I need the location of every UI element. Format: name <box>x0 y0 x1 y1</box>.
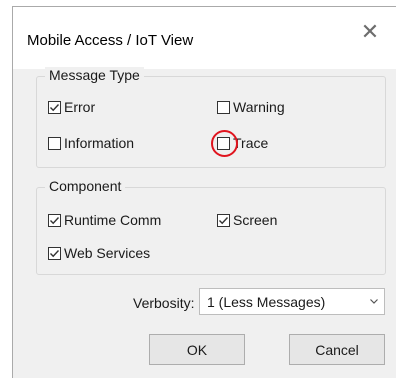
checkmark-icon <box>50 103 60 111</box>
trace-checkbox-box[interactable] <box>211 129 238 157</box>
screen-checkbox[interactable]: Screen <box>217 212 277 228</box>
screen-label: Screen <box>233 212 278 228</box>
message-type-group: Message Type Error Warning Information T… <box>36 67 386 168</box>
ok-button[interactable]: OK <box>149 334 245 365</box>
web-services-checkbox[interactable]: Web Services <box>48 245 150 261</box>
cancel-button[interactable]: Cancel <box>289 334 385 365</box>
component-group: Component Runtime Comm Screen Web Servic… <box>36 178 386 275</box>
checkmark-icon <box>50 249 60 257</box>
warning-checkbox-box[interactable] <box>217 100 230 114</box>
warning-label: Warning <box>233 99 285 115</box>
checkmark-icon <box>219 216 229 224</box>
trace-checkbox[interactable]: Trace <box>211 129 269 157</box>
web-services-checkbox-box[interactable] <box>48 246 61 260</box>
information-checkbox[interactable]: Information <box>48 135 134 151</box>
information-checkbox-box[interactable] <box>48 136 61 150</box>
trace-label: Trace <box>233 135 269 151</box>
web-services-label: Web Services <box>64 245 151 261</box>
highlight-circle <box>211 129 238 157</box>
message-type-legend: Message Type <box>45 67 144 83</box>
information-label: Information <box>64 135 135 151</box>
warning-checkbox[interactable]: Warning <box>217 99 285 115</box>
title-bar: Mobile Access / IoT View ✕ <box>13 7 396 69</box>
verbosity-label: Verbosity: <box>133 295 195 311</box>
chevron-down-icon[interactable] <box>364 299 384 304</box>
error-checkbox[interactable]: Error <box>48 99 95 115</box>
error-checkbox-box[interactable] <box>48 100 61 114</box>
runtime-comm-checkbox-box[interactable] <box>48 213 61 227</box>
verbosity-select[interactable]: 1 (Less Messages) <box>199 288 385 315</box>
screen-checkbox-box[interactable] <box>217 213 230 227</box>
mobile-access-dialog: Mobile Access / IoT View ✕ Message Type … <box>12 6 396 378</box>
runtime-comm-label: Runtime Comm <box>64 212 162 228</box>
close-icon[interactable]: ✕ <box>350 17 390 47</box>
error-label: Error <box>64 99 96 115</box>
runtime-comm-checkbox[interactable]: Runtime Comm <box>48 212 161 228</box>
checkmark-icon <box>50 216 60 224</box>
component-legend: Component <box>45 178 126 194</box>
dialog-title: Mobile Access / IoT View <box>27 32 194 49</box>
verbosity-value: 1 (Less Messages) <box>207 293 326 310</box>
